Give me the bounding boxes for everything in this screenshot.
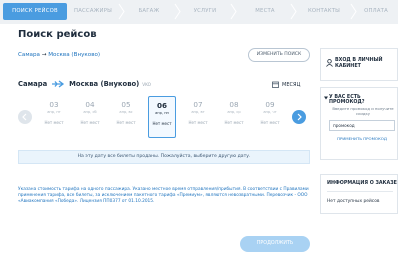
date-weekday: апр, чт	[263, 110, 277, 114]
date-cell[interactable]: 03 апр, пт Нет мест	[40, 96, 68, 138]
date-price: Нет мест	[152, 121, 172, 126]
chevron-right-icon	[297, 113, 302, 121]
page-title: Поиск рейсов	[18, 29, 97, 40]
date-number: 04	[85, 100, 95, 109]
date-weekday: апр, пн	[155, 111, 169, 115]
plane-icon	[52, 80, 65, 88]
order-info-title: ИНФОРМАЦИЯ О ЗАКАЗЕ	[327, 181, 397, 186]
date-cell[interactable]: 05 апр, вс Нет мест	[112, 96, 140, 138]
step-baggage[interactable]: БАГАЖ	[124, 3, 174, 20]
chevron-left-icon	[22, 113, 27, 121]
date-price: Нет мест	[80, 120, 100, 125]
date-number: 09	[265, 100, 275, 109]
triangle-down-icon	[324, 96, 328, 100]
divider	[327, 191, 393, 192]
route-header: Самара Москва (Внуково) VKO	[18, 80, 151, 88]
date-weekday: апр, сб	[83, 110, 97, 114]
step-separator	[230, 3, 237, 20]
breadcrumb-to-link[interactable]: Москва (Внуково)	[48, 52, 100, 58]
month-view-toggle[interactable]: МЕСЯЦ	[272, 81, 300, 88]
step-contacts[interactable]: КОНТАКТЫ	[296, 3, 352, 20]
steps-bar: ПОИСК РЕЙСОВ ПАССАЖИРЫ БАГАЖ УСЛУГИ МЕСТ…	[0, 0, 398, 24]
promo-box: У ВАС ЕСТЬ ПРОМОКОД? Введите промокод и …	[320, 87, 398, 160]
step-separator	[118, 3, 125, 20]
date-price: Нет мест	[188, 120, 208, 125]
fare-footnote: Указана стоимость тарифа на одного пасса…	[18, 187, 309, 205]
date-number: 06	[156, 101, 167, 110]
promo-hint: Введите промокод и получите скидку	[332, 106, 394, 116]
step-payment[interactable]: ОПЛАТА	[356, 3, 396, 20]
next-dates-button[interactable]	[292, 110, 306, 124]
date-cell[interactable]: 09 апр, чт Нет мест	[256, 96, 284, 138]
route-origin: Самара	[18, 80, 48, 88]
change-search-button[interactable]: ИЗМЕНИТЬ ПОИСК	[248, 48, 310, 62]
date-cell[interactable]: 08 апр, ср Нет мест	[220, 96, 248, 138]
calendar-icon	[272, 81, 279, 88]
date-price: Нет мест	[116, 120, 136, 125]
date-weekday: апр, пт	[47, 110, 61, 114]
date-weekday: апр, ср	[227, 110, 241, 114]
date-number: 08	[229, 100, 239, 109]
date-number: 05	[121, 100, 131, 109]
order-info-box: ИНФОРМАЦИЯ О ЗАКАЗЕ Нет доступных рейсов	[320, 174, 398, 214]
route-airport-code: VKO	[142, 81, 151, 87]
date-cell-selected[interactable]: 06 апр, пн Нет мест	[148, 96, 176, 138]
date-price: Нет мест	[44, 120, 64, 125]
route-destination: Москва (Внуково)	[69, 80, 140, 88]
date-number: 07	[193, 100, 203, 109]
date-weekday: апр, вт	[191, 110, 205, 114]
date-cell[interactable]: 04 апр, сб Нет мест	[76, 96, 104, 138]
apply-promo-link[interactable]: ПРИМЕНИТЬ ПРОМОКОД	[329, 136, 395, 141]
step-search[interactable]: ПОИСК РЕЙСОВ	[3, 3, 67, 20]
step-passengers[interactable]: ПАССАЖИРЫ	[68, 3, 118, 20]
promo-input[interactable]: промокод	[329, 120, 395, 131]
date-number: 03	[49, 100, 59, 109]
date-weekday: апр, вс	[119, 110, 133, 114]
promo-title[interactable]: У ВАС ЕСТЬ ПРОМОКОД?	[329, 95, 397, 105]
sold-out-notice: На эту дату все билеты проданы. Пожалуйс…	[18, 150, 310, 164]
step-separator	[350, 3, 357, 20]
step-separator	[290, 3, 297, 20]
breadcrumb: Самара → Москва (Внуково)	[18, 52, 100, 58]
month-label: МЕСЯЦ	[282, 81, 301, 88]
date-price: Нет мест	[260, 120, 280, 125]
step-seats[interactable]: МЕСТА	[236, 3, 294, 20]
continue-button[interactable]: ПРОДОЛЖИТЬ	[240, 236, 310, 252]
user-icon	[326, 59, 333, 67]
login-cabinet-box[interactable]: ВХОД В ЛИЧНЫЙ КАБИНЕТ	[320, 48, 398, 81]
login-cabinet-label: ВХОД В ЛИЧНЫЙ КАБИНЕТ	[335, 58, 383, 69]
breadcrumb-arrow: →	[41, 52, 47, 58]
date-cell[interactable]: 07 апр, вт Нет мест	[184, 96, 212, 138]
step-separator	[174, 3, 181, 20]
date-price: Нет мест	[224, 120, 244, 125]
step-services[interactable]: УСЛУГИ	[180, 3, 230, 20]
order-empty-text: Нет доступных рейсов	[327, 199, 380, 204]
prev-dates-button[interactable]	[18, 110, 32, 124]
breadcrumb-from-link[interactable]: Самара	[18, 52, 40, 58]
